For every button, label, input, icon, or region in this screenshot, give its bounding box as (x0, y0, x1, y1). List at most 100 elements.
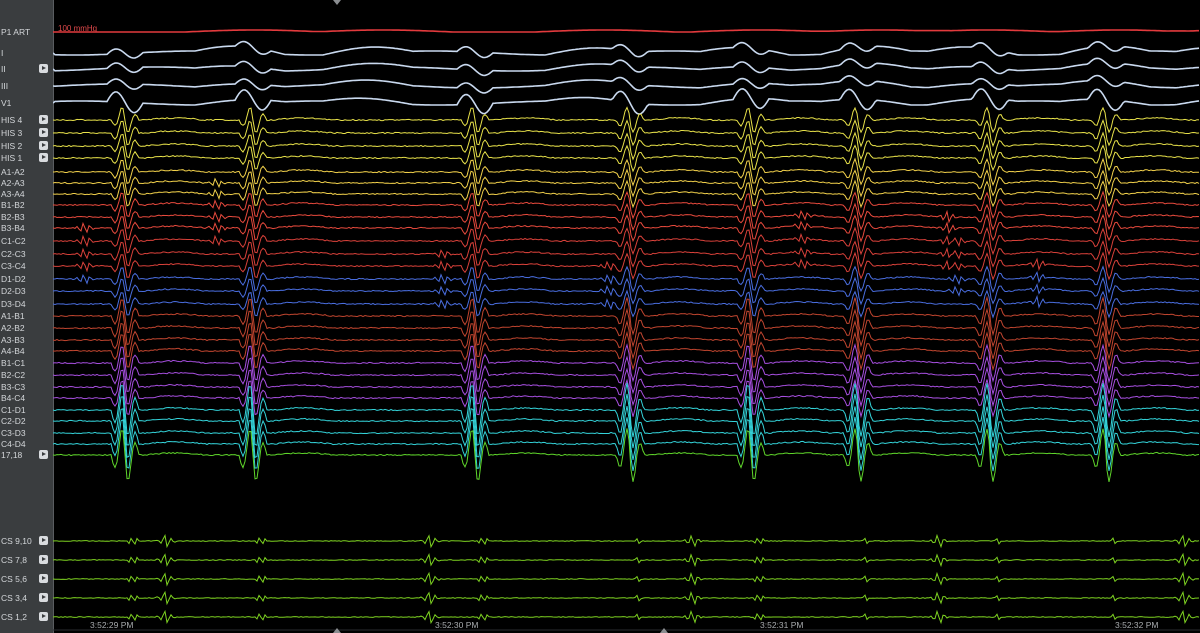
channel-label-c2-c3[interactable]: C2-C3 (1, 248, 49, 260)
channel-label-text: V1 (1, 98, 12, 108)
channel-label-text: B3-B4 (1, 223, 25, 233)
channel-menu-button[interactable] (39, 555, 48, 564)
channel-label-b1-c1[interactable]: B1-C1 (1, 357, 49, 369)
channel-menu-button[interactable] (39, 536, 48, 545)
trace-his-2 (53, 131, 1200, 161)
channel-label-c1-c2[interactable]: C1-C2 (1, 235, 49, 247)
channel-label-text: B2-C2 (1, 370, 26, 380)
channel-label-text: C3-C4 (1, 261, 26, 271)
channel-label-text: CS 3,4 (1, 593, 27, 603)
trace-his-3 (53, 118, 1200, 148)
channel-label-text: HIS 3 (1, 128, 23, 138)
trace-i (53, 40, 1200, 59)
channel-label-c3-c4[interactable]: C3-C4 (1, 260, 49, 272)
channel-label-d3-d4[interactable]: D3-D4 (1, 298, 49, 310)
channel-label-cs-7-8[interactable]: CS 7,8 (1, 554, 49, 566)
channel-label-text: CS 1,2 (1, 612, 27, 622)
channel-label-b4-c4[interactable]: B4-C4 (1, 392, 49, 404)
channel-label-cs-3-4[interactable]: CS 3,4 (1, 592, 49, 604)
channel-label-text: P1 ART (1, 27, 31, 37)
trace-cs-9-10 (53, 533, 1200, 549)
channel-label-d1-d2[interactable]: D1-D2 (1, 273, 49, 285)
channel-label-a4-b4[interactable]: A4-B4 (1, 345, 49, 357)
channel-label-cs-5-6[interactable]: CS 5,6 (1, 573, 49, 585)
channel-label-17-18[interactable]: 17,18 (1, 449, 49, 461)
channel-label-text: III (1, 81, 9, 91)
trace-c3-c4 (53, 251, 1200, 281)
trace-his-4 (53, 106, 1200, 134)
channel-label-text: C2-C3 (1, 249, 26, 259)
channel-menu-button[interactable] (39, 593, 48, 602)
channel-label-text: HIS 1 (1, 153, 23, 163)
channel-menu-button[interactable] (39, 450, 48, 459)
channel-label-b2-c2[interactable]: B2-C2 (1, 369, 49, 381)
channel-label-his-3[interactable]: HIS 3 (1, 127, 49, 139)
channel-label-his-2[interactable]: HIS 2 (1, 140, 49, 152)
channel-label-his-1[interactable]: HIS 1 (1, 152, 49, 164)
channel-label-a2-b2[interactable]: A2-B2 (1, 322, 49, 334)
channel-label-cs-1-2[interactable]: CS 1,2 (1, 611, 49, 623)
channel-label-p1-art[interactable]: P1 ART (1, 26, 49, 38)
channel-menu-button[interactable] (39, 574, 48, 583)
trace-c1-c2 (53, 226, 1200, 256)
trace-cs-1-2 (53, 609, 1200, 625)
channel-label-text: D1-D2 (1, 274, 26, 284)
trace-c2-c3 (53, 239, 1200, 269)
channel-label-b1-b2[interactable]: B1-B2 (1, 199, 49, 211)
channel-menu-button[interactable] (39, 153, 48, 162)
channel-label-text: B1-B2 (1, 200, 25, 210)
trace-17-18 (53, 428, 1200, 482)
channel-menu-button[interactable] (39, 64, 48, 73)
channel-label-sidebar: P1 ART I II III V1 HIS 4 HIS 3 HIS 2 HIS 1 A1-A2 A… (0, 0, 54, 633)
channel-label-b3-b4[interactable]: B3-B4 (1, 222, 49, 234)
channel-label-text: A4-B4 (1, 346, 25, 356)
channel-label-text: A2-B2 (1, 323, 25, 333)
channel-label-ii[interactable]: II (1, 63, 49, 75)
channel-label-iii[interactable]: III (1, 80, 49, 92)
trace-cs-3-4 (53, 590, 1200, 606)
channel-label-text: D2-D3 (1, 286, 26, 296)
trace-cs-5-6 (53, 571, 1200, 587)
channel-label-text: C2-D2 (1, 416, 26, 426)
channel-label-text: D3-D4 (1, 299, 26, 309)
channel-label-a1-b1[interactable]: A1-B1 (1, 310, 49, 322)
channel-label-text: CS 9,10 (1, 536, 32, 546)
channel-label-text: II (1, 64, 6, 74)
trace-a1-b1 (53, 295, 1199, 337)
channel-menu-button[interactable] (39, 612, 48, 621)
signal-trace-area[interactable] (53, 0, 1200, 633)
channel-label-c2-d2[interactable]: C2-D2 (1, 415, 49, 427)
trace-p1-art (53, 29, 1199, 33)
channel-menu-button[interactable] (39, 115, 48, 124)
channel-label-text: CS 7,8 (1, 555, 27, 565)
scroll-notch-top-left[interactable] (333, 0, 341, 5)
channel-label-text: HIS 2 (1, 141, 23, 151)
channel-menu-button[interactable] (39, 128, 48, 137)
channel-label-text: HIS 4 (1, 115, 23, 125)
channel-label-text: 17,18 (1, 450, 23, 460)
time-label: 3:52:31 PM (760, 620, 804, 630)
channel-label-text: CS 5,6 (1, 574, 27, 584)
channel-label-d2-d3[interactable]: D2-D3 (1, 285, 49, 297)
trace-ii (53, 57, 1200, 77)
trace-his-1 (53, 143, 1200, 173)
channel-label-i[interactable]: I (1, 47, 49, 59)
trace-cs-7-8 (53, 552, 1200, 568)
scroll-notch-bottom-right[interactable] (660, 628, 668, 633)
scroll-notch-bottom[interactable] (333, 628, 341, 633)
trace-d1-d2 (53, 265, 1200, 294)
channel-menu-button[interactable] (39, 141, 48, 150)
trace-b1-b2 (53, 190, 1200, 220)
channel-label-v1[interactable]: V1 (1, 97, 49, 109)
channel-label-text: A1-B1 (1, 311, 25, 321)
time-label: 3:52:32 PM (1115, 620, 1159, 630)
trace-a3-b3 (53, 319, 1200, 361)
trace-iii (53, 74, 1200, 94)
channel-label-text: I (1, 48, 4, 58)
channel-label-his-4[interactable]: HIS 4 (1, 114, 49, 126)
channel-label-text: C1-C2 (1, 236, 26, 246)
channel-label-cs-9-10[interactable]: CS 9,10 (1, 535, 49, 547)
time-label: 3:52:30 PM (435, 620, 479, 630)
trace-c4-d4 (53, 416, 1200, 472)
time-label: 3:52:29 PM (90, 620, 134, 630)
